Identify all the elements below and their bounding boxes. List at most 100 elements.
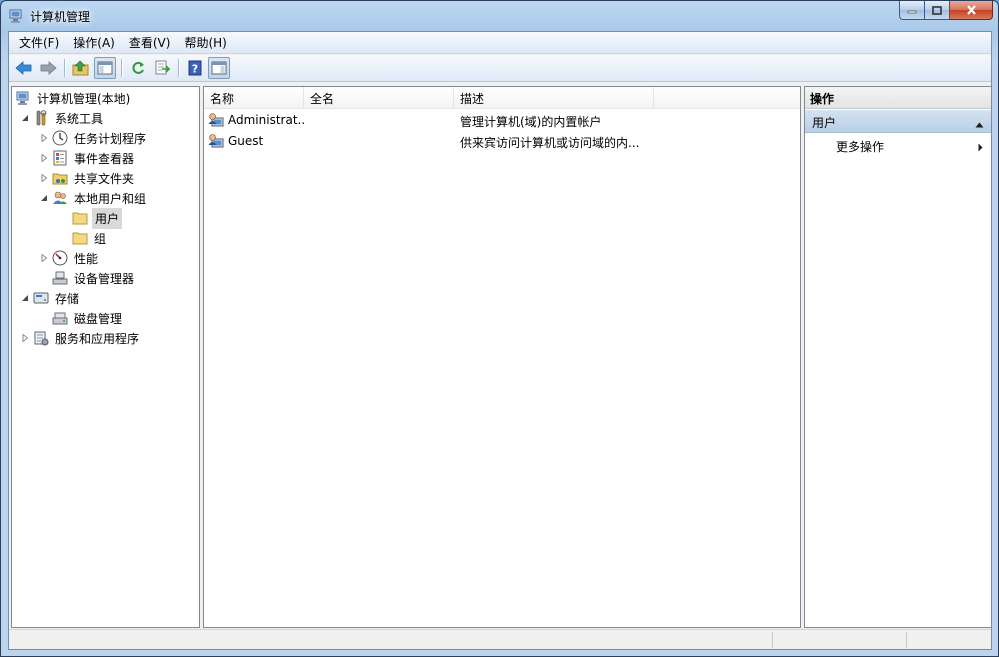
tree-label-device-manager: 设备管理器 xyxy=(74,271,135,286)
tree-item-root[interactable]: 计算机管理(本地) xyxy=(15,88,132,108)
folder-icon xyxy=(72,210,88,226)
status-divider xyxy=(772,632,773,648)
tree-label-task-scheduler: 任务计划程序 xyxy=(74,131,147,146)
collapsed-arrow-icon[interactable] xyxy=(38,152,50,164)
back-button[interactable] xyxy=(13,57,35,79)
title-bar[interactable]: 计算机管理 xyxy=(1,1,998,32)
toolbar: ? xyxy=(9,55,991,82)
show-hide-tree-button[interactable] xyxy=(94,57,116,79)
more-actions-label: 更多操作 xyxy=(836,140,885,154)
system-tools-icon xyxy=(33,110,49,126)
user-icon xyxy=(208,133,224,152)
collapsed-arrow-icon[interactable] xyxy=(19,332,31,344)
tree-label-disk-management: 磁盘管理 xyxy=(74,311,123,326)
forward-button[interactable] xyxy=(37,57,59,79)
services-icon xyxy=(33,330,49,346)
storage-icon xyxy=(33,290,49,306)
tree-label-shared-folders: 共享文件夹 xyxy=(74,171,135,186)
refresh-button[interactable] xyxy=(127,57,149,79)
toolbar-separator xyxy=(178,59,179,77)
status-divider xyxy=(906,632,907,648)
tree-item-disk-management[interactable]: 磁盘管理 xyxy=(52,308,124,328)
user-description: 管理计算机(域)的内置帐户 xyxy=(460,115,602,129)
column-header-name[interactable]: 名称 xyxy=(204,87,304,109)
show-hide-action-pane-button[interactable] xyxy=(208,57,230,79)
collapsed-arrow-icon[interactable] xyxy=(38,252,50,264)
maximize-icon xyxy=(932,5,942,15)
expanded-arrow-icon[interactable] xyxy=(19,292,31,304)
window-frame: 计算机管理 文件(F) 操作(A) 查看(V) 帮助(H) ? 计算机管理(本地… xyxy=(0,0,999,657)
collapse-up-arrow-icon[interactable] xyxy=(975,117,984,131)
list-item[interactable]: Guest 供来宾访问计算机或访问域的内... xyxy=(204,132,800,152)
folder-icon xyxy=(72,230,88,246)
export-list-button[interactable] xyxy=(151,57,173,79)
tree-item-device-manager[interactable]: 设备管理器 xyxy=(52,268,136,288)
window-title: 计算机管理 xyxy=(30,10,91,24)
column-header-fullname[interactable]: 全名 xyxy=(304,87,454,109)
list-header: 名称 全名 描述 xyxy=(204,87,800,109)
svg-text:?: ? xyxy=(192,63,198,76)
tree-item-groups[interactable]: 组 xyxy=(72,228,108,248)
back-arrow-icon xyxy=(15,61,32,75)
actions-header: 操作 xyxy=(805,87,991,109)
up-folder-icon xyxy=(72,60,89,76)
disk-management-icon xyxy=(52,310,68,326)
tree-label-users: 用户 xyxy=(92,207,123,229)
menu-view[interactable]: 查看(V) xyxy=(122,32,178,53)
expanded-arrow-icon[interactable] xyxy=(38,192,50,204)
tree-item-task-scheduler[interactable]: 任务计划程序 xyxy=(38,128,148,148)
clock-icon xyxy=(52,130,68,146)
column-header-description[interactable]: 描述 xyxy=(454,87,654,109)
user-name: Administrat... xyxy=(228,113,304,127)
collapsed-arrow-icon[interactable] xyxy=(38,172,50,184)
menu-action[interactable]: 操作(A) xyxy=(66,32,122,53)
expanded-arrow-icon[interactable] xyxy=(19,112,31,124)
more-actions-item[interactable]: 更多操作 xyxy=(805,135,991,157)
tree-item-users[interactable]: 用户 xyxy=(72,207,123,229)
tree-label-storage: 存储 xyxy=(55,291,80,306)
user-description: 供来宾访问计算机或访问域的内... xyxy=(460,136,640,150)
tree-item-performance[interactable]: 性能 xyxy=(38,248,100,268)
tree-item-services-apps[interactable]: 服务和应用程序 xyxy=(19,328,141,348)
help-icon: ? xyxy=(188,60,202,76)
help-button[interactable]: ? xyxy=(184,57,206,79)
toolbar-separator xyxy=(64,59,65,77)
show-hide-action-pane-icon xyxy=(211,61,227,75)
maximize-button[interactable] xyxy=(925,1,950,20)
performance-gauge-icon xyxy=(52,250,68,266)
collapsed-arrow-icon[interactable] xyxy=(38,132,50,144)
user-icon xyxy=(208,112,224,131)
tree-label-groups: 组 xyxy=(94,231,107,246)
refresh-icon xyxy=(132,61,144,74)
actions-section-label: 用户 xyxy=(812,116,837,130)
tree-item-storage[interactable]: 存储 xyxy=(19,288,81,308)
forward-arrow-icon xyxy=(40,61,57,75)
close-icon xyxy=(966,5,976,15)
computer-management-icon xyxy=(15,90,31,106)
minimize-button[interactable] xyxy=(899,1,925,20)
caption-buttons xyxy=(899,1,993,21)
menu-bar: 文件(F) 操作(A) 查看(V) 帮助(H) xyxy=(9,32,991,54)
tree-item-local-users-groups[interactable]: 本地用户和组 xyxy=(38,188,148,208)
device-manager-icon xyxy=(52,270,68,286)
tree-label-services-apps: 服务和应用程序 xyxy=(55,331,140,346)
users-group-icon xyxy=(52,190,68,206)
minimize-icon xyxy=(907,10,917,14)
status-bar xyxy=(9,629,991,649)
show-hide-tree-icon xyxy=(97,61,113,75)
tree-item-event-viewer[interactable]: 事件查看器 xyxy=(38,148,136,168)
menu-help[interactable]: 帮助(H) xyxy=(177,32,233,53)
up-button[interactable] xyxy=(70,57,92,79)
user-name: Guest xyxy=(228,134,264,148)
close-button[interactable] xyxy=(950,1,993,20)
tree-item-system-tools[interactable]: 系统工具 xyxy=(19,108,105,128)
tree-item-shared-folders[interactable]: 共享文件夹 xyxy=(38,168,136,188)
actions-section-users[interactable]: 用户 xyxy=(805,110,991,133)
tree-label-local-users-groups: 本地用户和组 xyxy=(74,191,147,206)
console-tree: 计算机管理(本地) 系统工具 任务计划程序 事件查看器 共享文件夹 本地用户和组… xyxy=(11,86,200,628)
actions-pane: 操作 用户 更多操作 xyxy=(804,86,992,628)
submenu-arrow-icon xyxy=(978,141,983,155)
shared-folder-icon xyxy=(52,170,68,186)
list-item[interactable]: Administrat... 管理计算机(域)的内置帐户 xyxy=(204,111,800,131)
menu-file[interactable]: 文件(F) xyxy=(12,32,66,53)
